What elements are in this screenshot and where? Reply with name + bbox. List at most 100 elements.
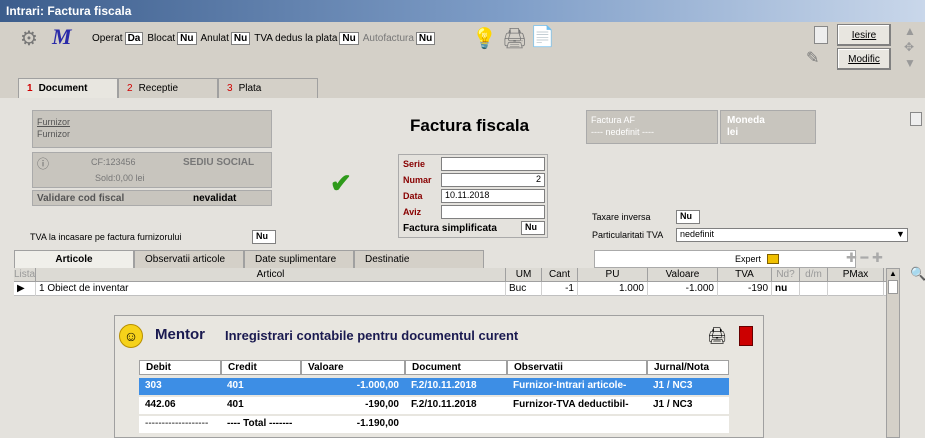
autofactura-label: Autofactura: [362, 33, 414, 44]
cant-cell: -1: [542, 282, 578, 296]
operat-toggle[interactable]: Da: [124, 32, 144, 45]
mentor-col-document: Document: [405, 360, 507, 375]
col-pmax: PMax: [828, 268, 884, 282]
mentor-logo-icon[interactable]: M: [52, 24, 72, 50]
mentor-title: Mentor: [155, 326, 205, 343]
subtab-articole[interactable]: Articole: [14, 250, 134, 268]
expert-box: Expert: [594, 250, 856, 268]
aviz-input[interactable]: [441, 205, 545, 219]
col-lista: Lista: [14, 268, 36, 282]
col-nd: Nd?: [772, 268, 800, 282]
tva-incasare-toggle[interactable]: Nu: [252, 230, 276, 244]
nav-move-icon[interactable]: ✥: [904, 40, 914, 54]
modific-button[interactable]: Modific: [837, 48, 891, 70]
factura-af-box[interactable]: Factura AF ---- nedefinit ----: [586, 110, 718, 144]
tva-incasare-label: TVA la incasare pe factura furnizorului: [30, 232, 182, 242]
numar-input[interactable]: 2: [441, 173, 545, 187]
tva-dedus-toggle[interactable]: Nu: [339, 32, 359, 45]
expert-label: Expert: [735, 254, 762, 264]
validare-row: Validare cod fiscal nevalidat: [32, 190, 272, 206]
col-um: UM: [506, 268, 542, 282]
serie-input[interactable]: [441, 157, 545, 171]
mentor-exit-icon[interactable]: [739, 326, 753, 346]
mentor-popup: ☺ Mentor Inregistrari contabile pentru d…: [114, 315, 764, 438]
print-options-icon[interactable]: 📄: [530, 24, 555, 49]
tab-document[interactable]: 1 Document: [18, 78, 118, 98]
numar-label: Numar: [403, 175, 432, 185]
furnizor-selector[interactable]: Furnizor Furnizor: [32, 110, 272, 148]
taxare-inversa-label: Taxare inversa: [592, 212, 651, 222]
tab-receptie[interactable]: 2 Receptie: [118, 78, 218, 98]
moneda-label: Moneda: [727, 115, 765, 126]
chevron-down-icon[interactable]: ▼: [896, 229, 905, 239]
moneda-box[interactable]: Moneda lei: [720, 110, 816, 144]
grid-scrollbar[interactable]: ▲: [886, 268, 900, 438]
validare-value: nevalidat: [193, 193, 237, 204]
data-label: Data: [403, 191, 423, 201]
mentor-print-icon[interactable]: 🖨: [707, 326, 727, 346]
edit-pen-icon[interactable]: ✎: [806, 48, 819, 68]
mentor-total-row: ------------------- ---- Total ------- -…: [139, 416, 729, 433]
mentor-col-debit: Debit: [139, 360, 221, 375]
col-valoare: Valoare: [648, 268, 718, 282]
factura-af-value: ---- nedefinit ----: [591, 127, 655, 137]
tab-plata[interactable]: 3 Plata: [218, 78, 318, 98]
blocat-toggle[interactable]: Nu: [177, 32, 197, 45]
sediu-value: SEDIU SOCIAL: [183, 157, 255, 168]
operat-label: Operat: [92, 33, 123, 44]
info-icon[interactable]: ⓘ: [37, 155, 49, 172]
furnizor-label: Furnizor: [37, 117, 71, 127]
particularitati-select[interactable]: nedefinit: [676, 228, 908, 242]
pu-cell: 1.000: [578, 282, 648, 296]
smiley-icon: ☺: [119, 324, 143, 348]
mentor-col-observatii: Observatii: [507, 360, 647, 375]
taxare-inversa-toggle[interactable]: Nu: [676, 210, 700, 224]
nav-up-icon[interactable]: ▲: [904, 24, 916, 38]
lightbulb-icon[interactable]: 💡: [472, 26, 497, 51]
mentor-row[interactable]: 442.06 401 -190,00 F.2/10.11.2018 Furniz…: [139, 397, 729, 414]
mentor-row[interactable]: 303 401 -1.000,00 F.2/10.11.2018 Furnizo…: [139, 378, 729, 395]
document-icon[interactable]: [814, 26, 828, 44]
row-pointer-icon: ▶: [14, 282, 36, 296]
valoare-cell: -1.000: [648, 282, 718, 296]
sold-value: Sold:0,00 lei: [95, 173, 145, 183]
validare-label[interactable]: Validare cod fiscal: [37, 193, 124, 204]
um-cell: Buc: [506, 282, 542, 296]
blocat-label: Blocat: [147, 33, 176, 44]
anulat-label: Anulat: [200, 33, 229, 44]
document-title: Factura fiscala: [410, 116, 530, 135]
data-input[interactable]: 10.11.2018: [441, 189, 545, 203]
check-icon: ✔: [330, 168, 352, 198]
autofactura-toggle[interactable]: Nu: [415, 32, 436, 45]
window-title: Intrari: Factura fiscala: [0, 0, 925, 22]
printer-icon[interactable]: 🖨: [502, 26, 527, 51]
tva-cell: -190: [718, 282, 772, 296]
furnizor-details: ⓘ CF:123456 SEDIU SOCIAL Sold:0,00 lei: [32, 152, 272, 188]
search-icon[interactable]: 🔍: [910, 266, 925, 282]
table-row[interactable]: ▶ 1 Obiect de inventar Buc -1 1.000 -1.0…: [14, 282, 899, 296]
mentor-col-valoare: Valoare: [301, 360, 405, 375]
subtab-date-suplimentare[interactable]: Date suplimentare: [244, 250, 354, 268]
furnizor-name: Furnizor: [37, 129, 71, 139]
subtab-observatii[interactable]: Observatii articole: [134, 250, 244, 268]
cf-value: CF:123456: [91, 157, 136, 167]
document-fields: Serie Numar 2 Data 10.11.2018 Aviz Factu…: [398, 154, 548, 238]
expert-icon[interactable]: [767, 254, 779, 264]
main-tabs: 1 Document 2 Receptie 3 Plata: [0, 78, 925, 98]
simplificata-toggle[interactable]: Nu: [521, 221, 545, 235]
subtab-destinatie[interactable]: Destinatie: [354, 250, 484, 268]
nd-cell: nu: [772, 282, 800, 296]
moneda-value: lei: [727, 127, 739, 138]
tools-icon[interactable]: ⚙: [20, 26, 38, 51]
col-dm: d/m: [800, 268, 828, 282]
col-pu: PU: [578, 268, 648, 282]
simplificata-label: Factura simplificata: [403, 223, 497, 234]
add-remove-icon[interactable]: ✚ ━ ✚: [846, 250, 883, 266]
article-subtabs: Articole Observatii articole Date suplim…: [14, 250, 919, 268]
iesire-button[interactable]: Iesire: [837, 24, 891, 46]
anulat-toggle[interactable]: Nu: [230, 32, 251, 45]
factura-af-label: Factura AF: [591, 115, 636, 125]
side-icon[interactable]: [910, 112, 922, 126]
tva-dedus-label: TVA dedus la plata: [254, 33, 338, 44]
nav-down-icon[interactable]: ▼: [904, 56, 916, 70]
